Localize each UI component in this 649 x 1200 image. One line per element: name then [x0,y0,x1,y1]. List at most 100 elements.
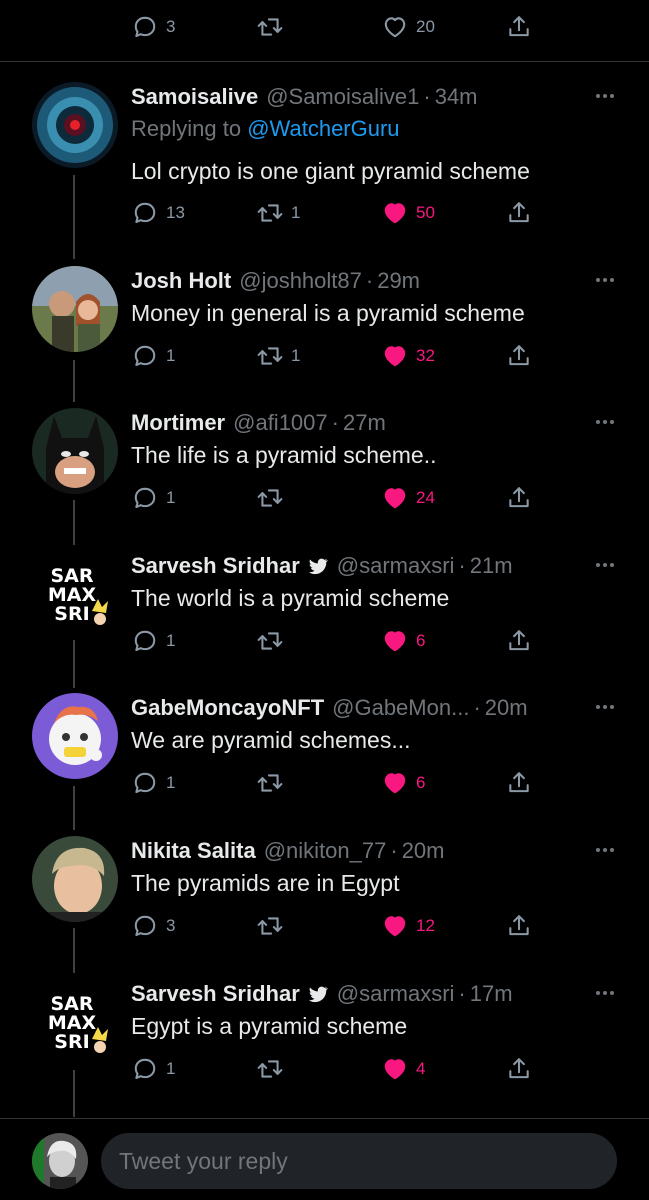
avatar[interactable] [32,836,118,922]
share-button[interactable] [506,770,532,796]
display-name[interactable]: Mortimer [131,410,225,436]
reply-button[interactable]: 1 [132,485,175,511]
share-button[interactable] [506,628,532,654]
share-button[interactable] [506,14,532,40]
timestamp[interactable]: 27m [343,410,386,436]
mention-link[interactable]: @WatcherGuru [247,116,399,141]
display-name[interactable]: GabeMoncayoNFT [131,695,324,721]
share-button[interactable] [506,913,532,939]
more-options-icon[interactable] [593,410,617,434]
reply-button[interactable]: 1 [132,628,175,654]
reply-input[interactable] [101,1133,617,1189]
retweet-icon [257,628,283,654]
username[interactable]: @nikiton_77 [264,838,387,864]
tweet[interactable]: Mortimer @afi1007 · 27m The life is a py… [0,408,649,528]
more-options-icon[interactable] [593,84,617,108]
avatar[interactable]: SAR MAX SRI [32,979,118,1065]
username[interactable]: @GabeMon... [332,695,469,721]
tweet-text: We are pyramid schemes... [131,727,411,753]
tweet[interactable]: Nikita Salita @nikiton_77 · 20m The pyra… [0,836,649,956]
tweet-text: Lol crypto is one giant pyramid scheme [131,158,530,184]
like-button[interactable]: 20 [382,14,435,40]
timestamp[interactable]: 17m [470,981,513,1007]
avatar[interactable]: SAR MAX SRI [32,551,118,637]
share-button[interactable] [506,485,532,511]
reply-button[interactable]: 3 [132,14,175,40]
tweet[interactable]: Samoisalive @Samoisalive1 · 34m Replying… [0,82,649,237]
timestamp[interactable]: 29m [377,268,420,294]
batman-mask-avatar-icon [32,408,118,494]
sarmaxsri-avatar-icon: SAR MAX SRI [32,551,118,637]
retweet-button[interactable] [257,485,283,511]
retweet-button[interactable] [257,628,283,654]
tweet[interactable]: SAR MAX SRI Sarvesh Sridhar @sarmaxsri ·… [0,979,649,1099]
username[interactable]: @sarmaxsri [337,981,455,1007]
tweet-header: Mortimer @afi1007 · 27m [131,410,386,436]
reply-icon [132,1056,158,1082]
timestamp[interactable]: 20m [485,695,528,721]
reply-button[interactable]: 1 [132,343,175,369]
more-options-icon[interactable] [593,268,617,292]
display-name[interactable]: Nikita Salita [131,838,256,864]
more-options-icon[interactable] [593,695,617,719]
reply-button[interactable]: 3 [132,913,175,939]
tweet[interactable]: Josh Holt @joshholt87 · 29m Money in gen… [0,266,649,386]
reply-button[interactable]: 1 [132,1056,175,1082]
parent-tweet-actions: 3 20 [0,0,649,62]
username[interactable]: @sarmaxsri [337,553,455,579]
reply-composer [0,1118,649,1200]
tweet-header: Nikita Salita @nikiton_77 · 20m [131,838,445,864]
twitter-bird-icon [308,558,328,575]
heart-icon [382,485,408,511]
more-options-icon[interactable] [593,981,617,1005]
display-name[interactable]: Sarvesh Sridhar [131,553,300,579]
heart-icon [382,200,408,226]
timestamp[interactable]: 20m [402,838,445,864]
retweet-button[interactable] [257,770,283,796]
share-icon [506,628,532,654]
like-button[interactable]: 4 [382,1056,425,1082]
more-options-icon[interactable] [593,553,617,577]
like-button[interactable]: 50 [382,200,435,226]
retweet-button[interactable] [257,1056,283,1082]
heart-icon [382,913,408,939]
retweet-button[interactable] [257,913,283,939]
reply-button[interactable]: 13 [132,200,185,226]
avatar[interactable] [32,266,118,352]
svg-text:SRI: SRI [54,603,89,625]
avatar[interactable] [32,408,118,494]
display-name[interactable]: Josh Holt [131,268,231,294]
like-button[interactable]: 12 [382,913,435,939]
like-button[interactable]: 6 [382,770,425,796]
timestamp[interactable]: 21m [470,553,513,579]
tweet[interactable]: GabeMoncayoNFT @GabeMon... · 20m We are … [0,693,649,813]
like-button[interactable]: 6 [382,628,425,654]
share-button[interactable] [506,200,532,226]
tweet[interactable]: SAR MAX SRI Sarvesh Sridhar @sarmaxsri ·… [0,551,649,671]
username[interactable]: @joshholt87 [239,268,362,294]
avatar[interactable] [32,82,118,168]
share-button[interactable] [506,343,532,369]
heart-icon [382,1056,408,1082]
share-icon [506,913,532,939]
username[interactable]: @afi1007 [233,410,328,436]
current-user-avatar[interactable] [32,1133,88,1189]
share-icon [506,14,532,40]
display-name[interactable]: Sarvesh Sridhar [131,981,300,1007]
display-name[interactable]: Samoisalive [131,84,258,110]
retweet-icon [257,343,283,369]
avatar[interactable] [32,693,118,779]
timestamp[interactable]: 34m [435,84,478,110]
username[interactable]: @Samoisalive1 [266,84,419,110]
retweet-button[interactable] [257,14,283,40]
reply-button[interactable]: 1 [132,770,175,796]
retweet-button[interactable]: 1 [257,343,300,369]
profile-photo-icon [32,1133,88,1189]
more-options-icon[interactable] [593,838,617,862]
like-button[interactable]: 24 [382,485,435,511]
like-button[interactable]: 32 [382,343,435,369]
share-icon [506,343,532,369]
share-button[interactable] [506,1056,532,1082]
tweet-text: Egypt is a pyramid scheme [131,1013,408,1039]
retweet-button[interactable]: 1 [257,200,300,226]
